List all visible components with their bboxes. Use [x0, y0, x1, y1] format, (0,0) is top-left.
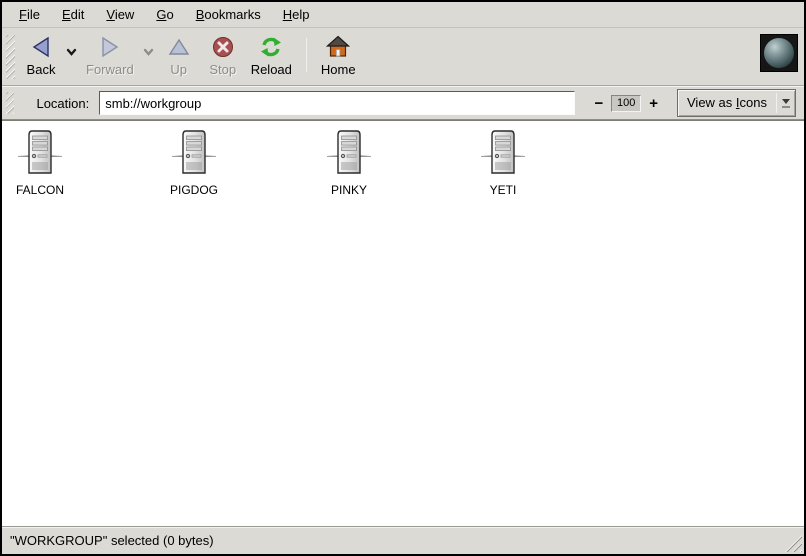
- forward-history-dropdown[interactable]: [140, 48, 157, 56]
- reload-label: Reload: [251, 62, 292, 77]
- server-label: PIGDOG: [170, 183, 218, 197]
- toolbar: Back Forward Up: [2, 28, 804, 86]
- zoom-out-button[interactable]: −: [589, 96, 608, 111]
- up-label: Up: [170, 62, 187, 77]
- stop-icon: [210, 34, 236, 60]
- menu-file[interactable]: File: [8, 3, 51, 26]
- chevron-down-icon: [777, 90, 795, 116]
- zoom-control: − 100 +: [589, 95, 663, 112]
- back-history-dropdown[interactable]: [63, 48, 80, 56]
- server-label: YETI: [490, 183, 517, 197]
- home-icon: [325, 34, 351, 60]
- up-icon: [166, 34, 192, 60]
- menubar: File Edit View Go Bookmarks Help: [2, 2, 804, 28]
- location-input[interactable]: [99, 91, 575, 115]
- throbber: [760, 34, 798, 72]
- forward-button[interactable]: Forward: [80, 32, 140, 79]
- reload-button[interactable]: Reload: [245, 32, 298, 79]
- home-label: Home: [321, 62, 356, 77]
- toolbar-separator: [306, 38, 307, 72]
- locationbar-drag-handle[interactable]: [6, 92, 14, 114]
- toolbar-drag-handle[interactable]: [6, 35, 15, 79]
- status-text: "WORKGROUP" selected (0 bytes): [10, 533, 214, 548]
- location-label: Location:: [36, 96, 89, 111]
- throbber-globe-icon: [764, 38, 794, 68]
- zoom-in-button[interactable]: +: [644, 96, 663, 111]
- up-button[interactable]: Up: [157, 32, 201, 79]
- back-icon: [28, 34, 54, 60]
- reload-icon: [258, 34, 284, 60]
- server-label: FALCON: [16, 183, 64, 197]
- menu-bookmarks[interactable]: Bookmarks: [185, 3, 272, 26]
- server-icon: [18, 129, 62, 180]
- server-icon: [172, 129, 216, 180]
- view-as-label: View as Icons: [678, 90, 776, 116]
- server-icon: [481, 129, 525, 180]
- list-item-yeti[interactable]: YETI: [465, 129, 541, 197]
- server-label: PINKY: [331, 183, 367, 197]
- back-label: Back: [27, 62, 56, 77]
- back-button[interactable]: Back: [19, 32, 63, 79]
- menu-help[interactable]: Help: [272, 3, 321, 26]
- forward-label: Forward: [86, 62, 134, 77]
- menu-go[interactable]: Go: [145, 3, 184, 26]
- home-button[interactable]: Home: [315, 32, 362, 79]
- stop-label: Stop: [209, 62, 236, 77]
- forward-icon: [97, 34, 123, 60]
- menu-view[interactable]: View: [95, 3, 145, 26]
- location-bar: Location: − 100 + View as Icons: [2, 86, 804, 120]
- menu-edit[interactable]: Edit: [51, 3, 95, 26]
- list-item-pigdog[interactable]: PIGDOG: [156, 129, 232, 197]
- view-as-dropdown[interactable]: View as Icons: [677, 89, 796, 117]
- icon-view[interactable]: FALCON: [2, 120, 804, 526]
- zoom-level-indicator[interactable]: 100: [611, 95, 641, 112]
- server-icon: [327, 129, 371, 180]
- status-bar: "WORKGROUP" selected (0 bytes): [2, 526, 804, 554]
- file-manager-window: File Edit View Go Bookmarks Help Back Fo…: [0, 0, 806, 556]
- list-item-falcon[interactable]: FALCON: [2, 129, 78, 197]
- list-item-pinky[interactable]: PINKY: [311, 129, 387, 197]
- stop-button[interactable]: Stop: [201, 32, 245, 79]
- resize-grip[interactable]: [785, 535, 802, 552]
